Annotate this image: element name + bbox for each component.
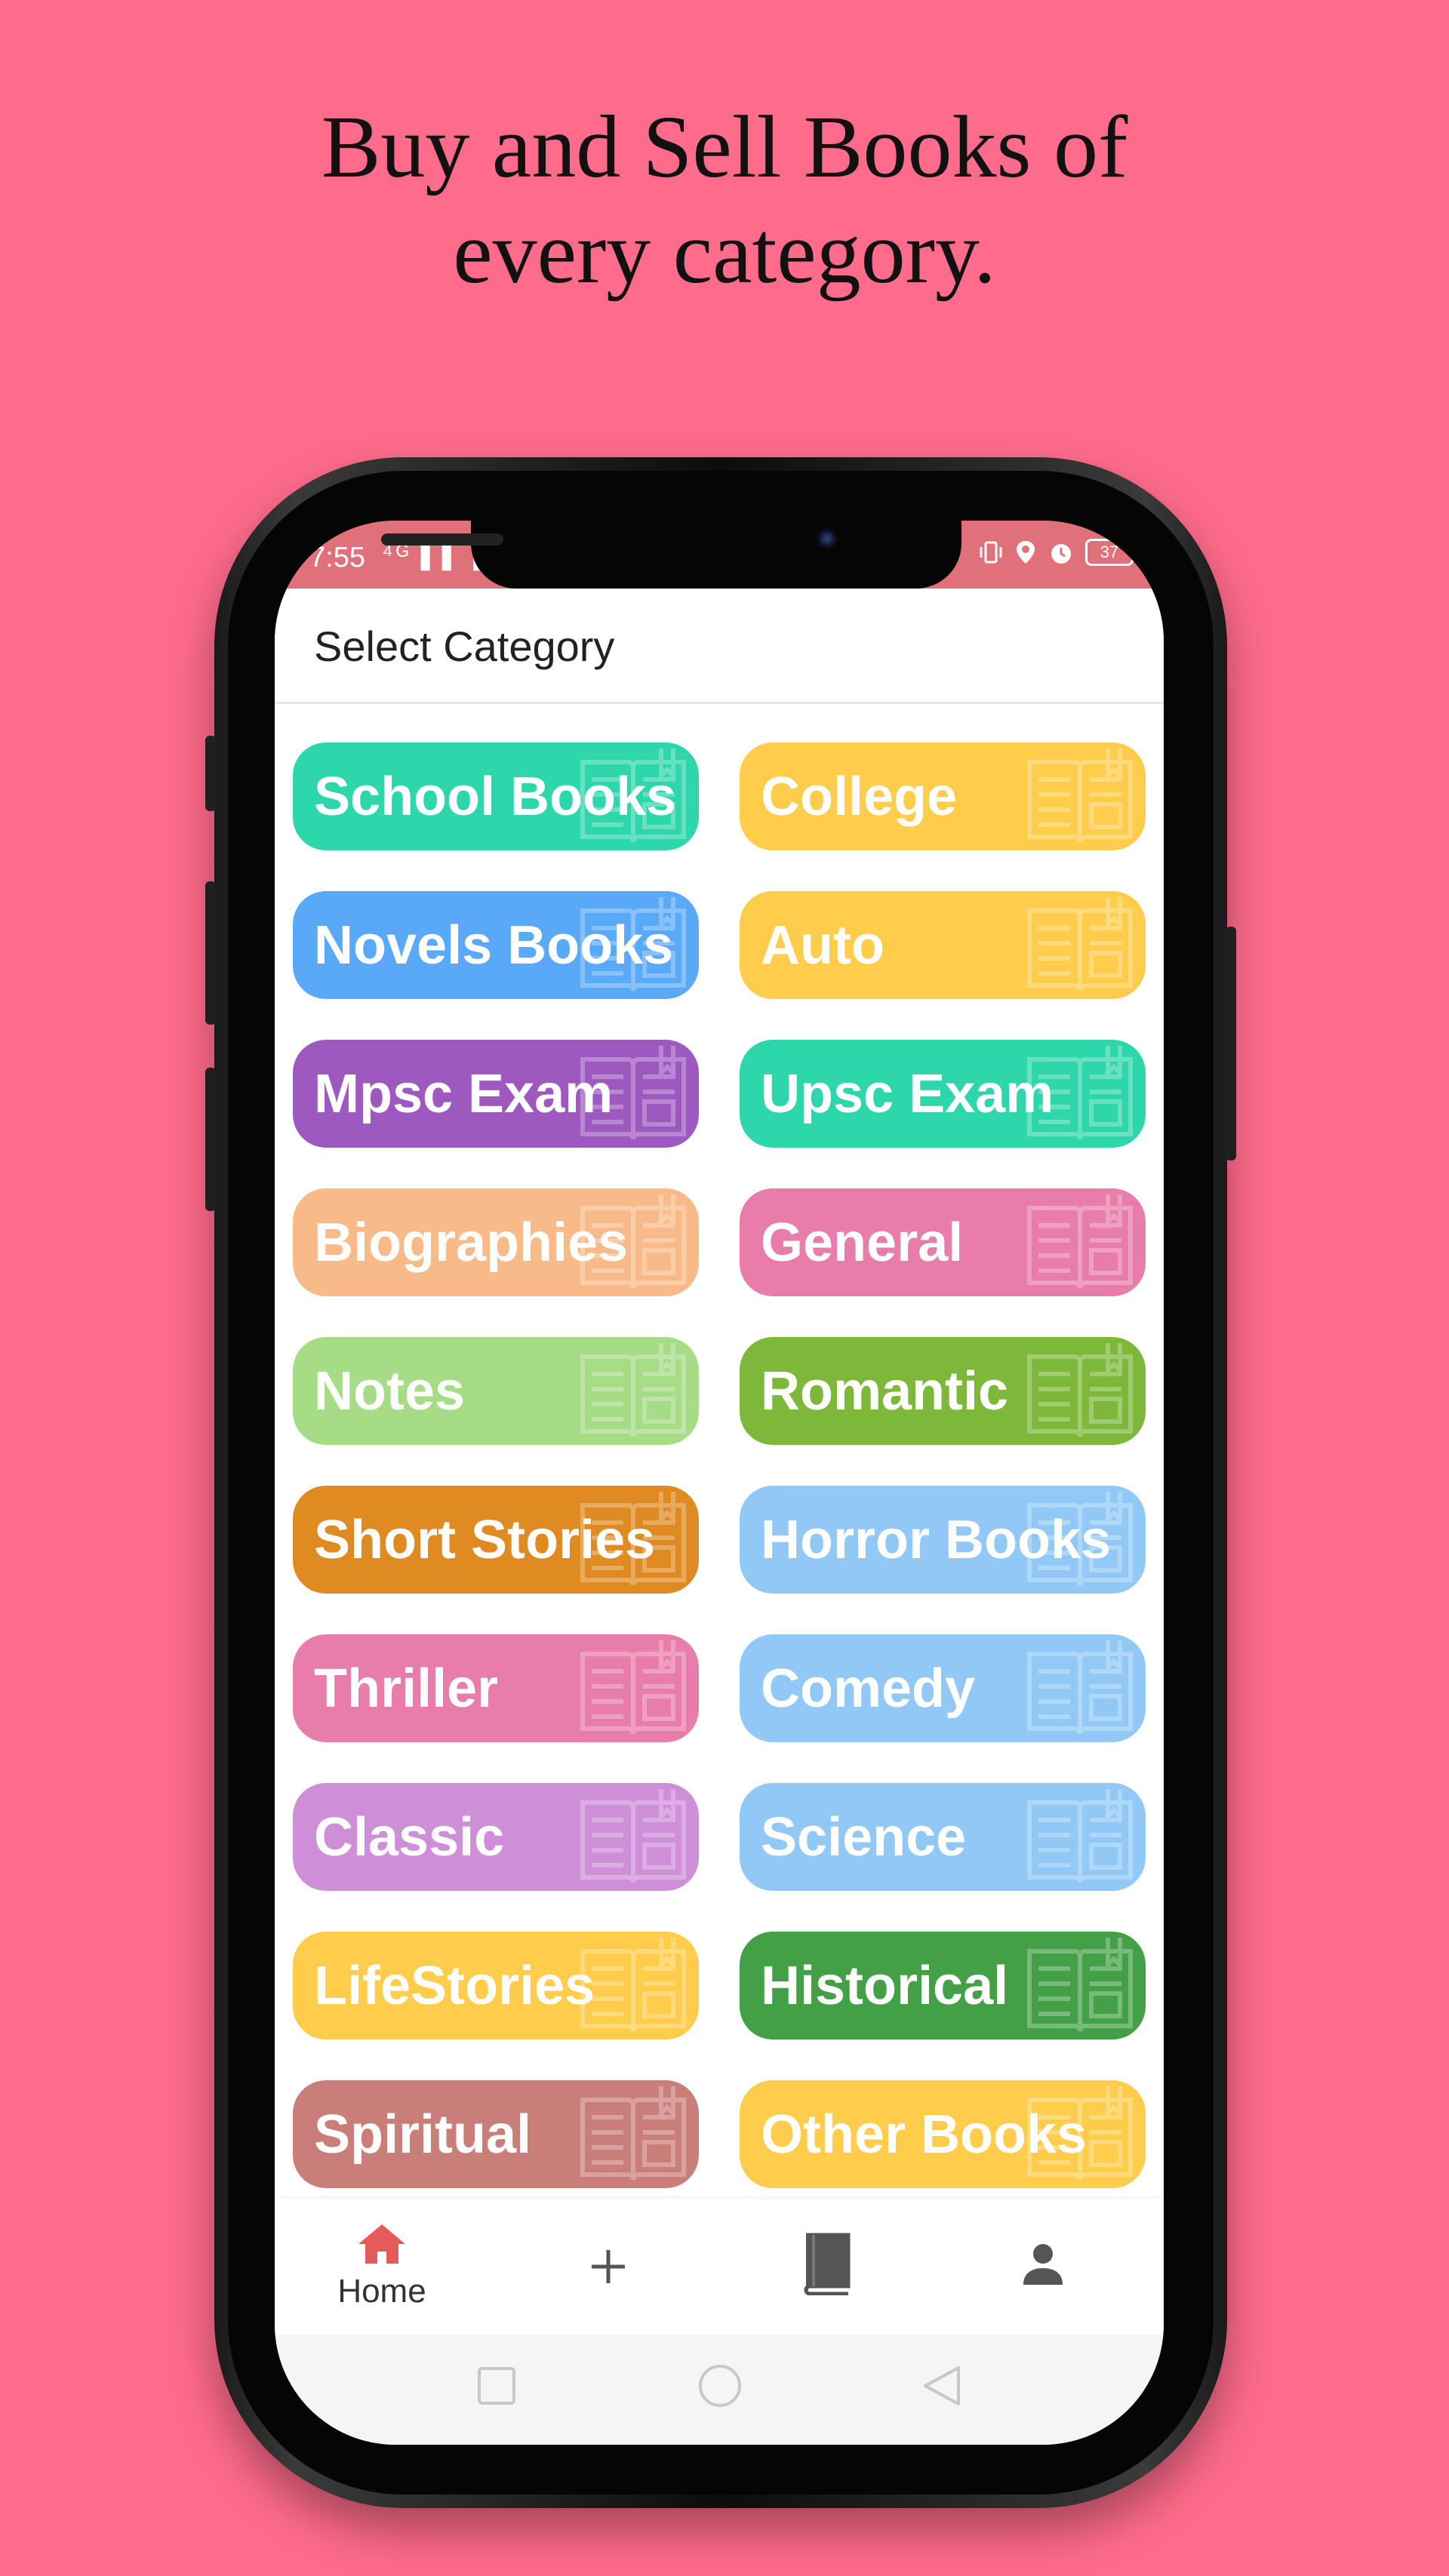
headline-line-1: Buy and Sell Books of bbox=[321, 97, 1128, 196]
category-label: LifeStories bbox=[314, 1955, 595, 2016]
category-historical[interactable]: Historical bbox=[740, 1932, 1146, 2040]
book-open-icon bbox=[1023, 1340, 1137, 1442]
status-right-icons: 37 bbox=[978, 539, 1134, 566]
app-bar: Select Category bbox=[275, 589, 1164, 704]
location-icon bbox=[1017, 541, 1035, 564]
phone-mute-button bbox=[205, 736, 216, 811]
category-general[interactable]: General bbox=[740, 1188, 1146, 1296]
battery-icon: 37 bbox=[1085, 539, 1134, 566]
category-horror-books[interactable]: Horror Books bbox=[740, 1486, 1146, 1594]
book-open-icon bbox=[1023, 1935, 1137, 2037]
book-open-icon bbox=[1023, 894, 1137, 996]
headline: Buy and Sell Books of every category. bbox=[0, 94, 1449, 306]
category-label: School Books bbox=[314, 766, 677, 827]
phone-volume-up-button bbox=[205, 881, 216, 1025]
category-label: College bbox=[761, 766, 958, 827]
category-short-stories[interactable]: Short Stories bbox=[293, 1486, 699, 1594]
category-mpsc-exam[interactable]: Mpsc Exam bbox=[293, 1040, 699, 1148]
category-biographies[interactable]: Biographies bbox=[293, 1188, 699, 1296]
recents-icon[interactable] bbox=[475, 2365, 518, 2407]
book-open-icon bbox=[577, 2083, 690, 2185]
category-label: Other Books bbox=[761, 2104, 1088, 2165]
nav-home[interactable]: Home bbox=[306, 2199, 457, 2335]
home-circle-icon[interactable] bbox=[697, 2363, 743, 2408]
book-open-icon bbox=[1023, 1191, 1137, 1293]
category-label: General bbox=[761, 1212, 964, 1273]
phone-power-button bbox=[1226, 927, 1236, 1160]
category-label: Romantic bbox=[761, 1360, 1009, 1422]
book-open-icon bbox=[1023, 745, 1137, 847]
alarm-icon bbox=[1051, 544, 1071, 564]
headline-line-2: every category. bbox=[453, 203, 996, 302]
book-open-icon bbox=[577, 1786, 690, 1888]
category-auto[interactable]: Auto bbox=[740, 891, 1146, 999]
category-label: Classic bbox=[314, 1806, 505, 1867]
category-spiritual[interactable]: Spiritual bbox=[293, 2080, 699, 2188]
phone-volume-down-button bbox=[205, 1068, 216, 1211]
category-novels-books[interactable]: Novels Books bbox=[293, 891, 699, 999]
notch bbox=[471, 521, 961, 589]
nav-home-label: Home bbox=[337, 2273, 426, 2310]
nav-books[interactable] bbox=[750, 2199, 901, 2335]
category-label: Horror Books bbox=[761, 1509, 1112, 1570]
phone-camera bbox=[817, 528, 838, 549]
category-romantic[interactable]: Romantic bbox=[740, 1337, 1146, 1445]
category-comedy[interactable]: Comedy bbox=[740, 1634, 1146, 1742]
category-other-books[interactable]: Other Books bbox=[740, 2080, 1146, 2188]
category-label: Spiritual bbox=[314, 2104, 532, 2165]
category-grid: School Books College Novels Books Auto M… bbox=[293, 742, 1146, 2188]
category-label: Mpsc Exam bbox=[314, 1063, 614, 1124]
category-label: Auto bbox=[761, 915, 884, 976]
profile-icon bbox=[1023, 2244, 1063, 2285]
add-icon bbox=[592, 2250, 625, 2283]
status-bar: 7:55 ⁴ᴳ▐▐ ▐▐ 37 bbox=[275, 521, 1164, 589]
book-icon bbox=[804, 2233, 851, 2295]
book-open-icon bbox=[577, 1637, 690, 1739]
bottom-navigation: Home bbox=[275, 2199, 1164, 2335]
category-label: Science bbox=[761, 1806, 967, 1867]
vibrate-icon bbox=[980, 541, 1002, 564]
page-title: Select Category bbox=[314, 622, 615, 670]
home-icon bbox=[358, 2224, 405, 2264]
category-label: Upsc Exam bbox=[761, 1063, 1054, 1124]
back-icon[interactable] bbox=[921, 2365, 963, 2407]
category-label: Historical bbox=[761, 1955, 1009, 2016]
nav-add[interactable] bbox=[533, 2199, 684, 2335]
system-navigation-bar bbox=[275, 2335, 1164, 2445]
category-label: Comedy bbox=[761, 1658, 976, 1719]
book-open-icon bbox=[1023, 1786, 1137, 1888]
category-science[interactable]: Science bbox=[740, 1783, 1146, 1891]
category-college[interactable]: College bbox=[740, 742, 1146, 850]
book-open-icon bbox=[1023, 1637, 1137, 1739]
category-label: Short Stories bbox=[314, 1509, 656, 1570]
phone-speaker bbox=[381, 533, 503, 546]
phone-screen: 7:55 ⁴ᴳ▐▐ ▐▐ 37 Select Category School B… bbox=[275, 521, 1164, 2445]
category-label: Novels Books bbox=[314, 915, 674, 976]
category-label: Notes bbox=[314, 1360, 466, 1422]
category-notes[interactable]: Notes bbox=[293, 1337, 699, 1445]
category-label: Thriller bbox=[314, 1658, 499, 1719]
category-classic[interactable]: Classic bbox=[293, 1783, 699, 1891]
category-upsc-exam[interactable]: Upsc Exam bbox=[740, 1040, 1146, 1148]
category-thriller[interactable]: Thriller bbox=[293, 1634, 699, 1742]
status-time: 7:55 bbox=[309, 542, 365, 573]
category-label: Biographies bbox=[314, 1212, 629, 1273]
book-open-icon bbox=[577, 1340, 690, 1442]
nav-profile[interactable] bbox=[968, 2199, 1118, 2335]
category-lifestories[interactable]: LifeStories bbox=[293, 1932, 699, 2040]
category-school-books[interactable]: School Books bbox=[293, 742, 699, 850]
